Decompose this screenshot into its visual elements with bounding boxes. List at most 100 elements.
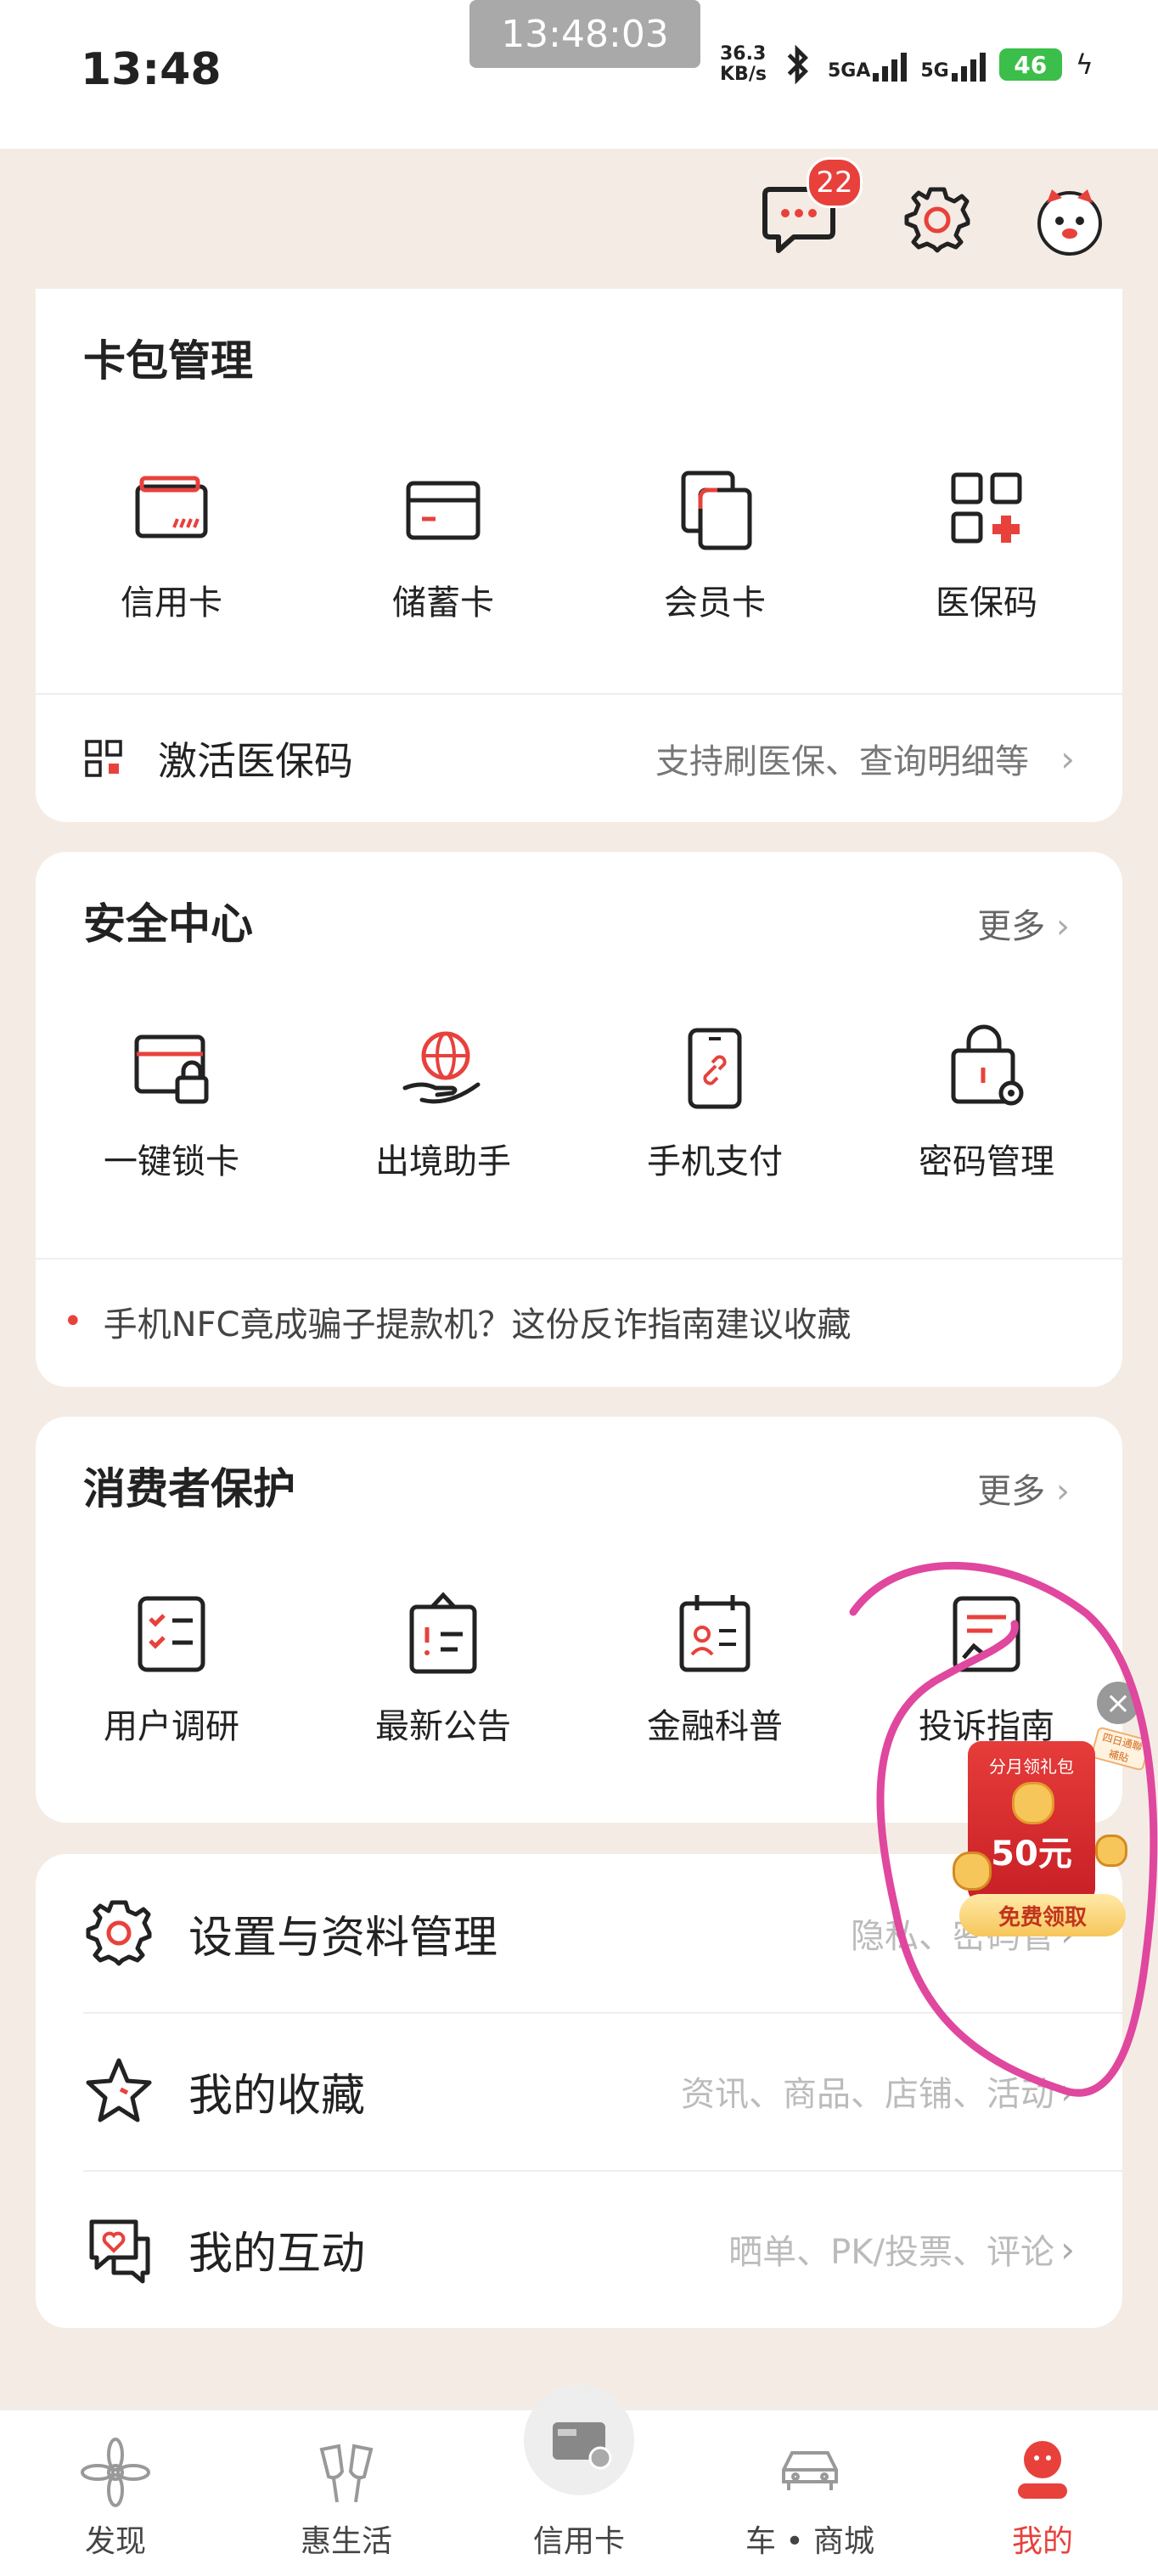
medical-qr-entry[interactable]: 医保码 bbox=[851, 463, 1122, 624]
bullet-dot: • bbox=[63, 1302, 83, 1341]
tab-credit-card[interactable]: 信用卡 bbox=[494, 2385, 664, 2576]
bluetooth-icon bbox=[787, 44, 808, 85]
tab-discover-label: 发现 bbox=[84, 2524, 146, 2559]
survey-checklist-icon bbox=[138, 1596, 205, 1672]
finance-education-entry[interactable]: 金融科普 bbox=[579, 1587, 851, 1748]
credit-card-tab-icon bbox=[553, 2422, 612, 2470]
credit-card-label: 信用卡 bbox=[121, 583, 222, 623]
bottom-tab-bar: 发现 惠生活 信用卡 车 • 商城 我的 bbox=[0, 2385, 1158, 2576]
lock-card-icon bbox=[134, 1034, 209, 1104]
debit-card-entry[interactable]: 储蓄卡 bbox=[307, 463, 579, 624]
net-speed: 36.3 KB/s bbox=[720, 44, 767, 85]
medical-qr-label: 医保码 bbox=[936, 583, 1037, 623]
avatar-icon[interactable] bbox=[1032, 183, 1108, 259]
chevron-right-icon: › bbox=[1060, 2070, 1075, 2112]
tab-life-label: 惠生活 bbox=[300, 2524, 392, 2559]
gear-icon[interactable] bbox=[902, 184, 973, 256]
message-badge: 22 bbox=[807, 157, 863, 208]
tab-profile[interactable]: 我的 bbox=[958, 2410, 1127, 2576]
signal-5ga-label: 5GA bbox=[827, 60, 871, 82]
finance-calendar-icon bbox=[679, 1595, 750, 1672]
coin-right-icon bbox=[1095, 1835, 1127, 1867]
promo-claim-button[interactable]: 免费领取 bbox=[959, 1894, 1126, 1936]
finance-education-label: 金融科普 bbox=[647, 1707, 783, 1746]
credit-card-entry[interactable]: 信用卡 bbox=[36, 463, 307, 624]
chevron-right-icon: › bbox=[1056, 907, 1070, 946]
activate-medical-qr-row[interactable]: 激活医保码 支持刷医保、查询明细等 › bbox=[36, 695, 1122, 822]
security-center-section: 安全中心 更多 › 一键锁卡 出境助手 手机支付 密码管理 • 手机NFC竟成骗… bbox=[36, 852, 1122, 1387]
activate-medical-qr-label: 激活医保码 bbox=[158, 738, 353, 784]
phone-pay-entry[interactable]: 手机支付 bbox=[579, 1022, 851, 1183]
battery-icon: 46 bbox=[998, 48, 1062, 81]
floating-red-envelope-promo[interactable]: × 四日通聯 補貼 分月领礼包 50元 免费领取 bbox=[942, 1682, 1155, 1962]
qr-code-icon bbox=[85, 740, 122, 777]
announcement-icon bbox=[409, 1592, 477, 1674]
interactions-hint: 晒单、PK/投票、评论 bbox=[728, 2233, 1054, 2272]
password-lock-icon bbox=[951, 1024, 1024, 1106]
status-icons: 36.3 KB/s 5GA 5G 46 ϟ bbox=[720, 44, 1093, 85]
car-icon bbox=[782, 2451, 838, 2490]
globe-hand-icon bbox=[402, 1031, 481, 1104]
phone-pay-icon bbox=[688, 1028, 742, 1109]
notice-text: 手机NFC竟成骗子提款机？这份反诈指南建议收藏 bbox=[103, 1305, 852, 1344]
announcement-label: 最新公告 bbox=[375, 1707, 511, 1746]
clock: 13:48 bbox=[81, 44, 222, 95]
coin-icon bbox=[1012, 1782, 1054, 1824]
chat-heart-icon bbox=[89, 2219, 150, 2284]
lock-card-entry[interactable]: 一键锁卡 bbox=[36, 1022, 307, 1183]
lock-card-label: 一键锁卡 bbox=[104, 1142, 239, 1181]
more-label: 更多 bbox=[977, 1472, 1046, 1511]
password-manager-entry[interactable]: 密码管理 bbox=[851, 1022, 1122, 1183]
section-title: 消费者保护 bbox=[83, 1463, 295, 1513]
coin-left-icon bbox=[953, 1852, 992, 1891]
screen-recorder-time: 13:48:03 bbox=[469, 0, 700, 68]
profile-icon bbox=[1018, 2441, 1067, 2499]
user-survey-label: 用户调研 bbox=[104, 1707, 239, 1746]
tab-car-mall-label: 车 • 商城 bbox=[745, 2524, 875, 2559]
chevron-right-icon: › bbox=[1060, 737, 1075, 780]
security-more-link[interactable]: 更多 › bbox=[977, 899, 1070, 948]
password-manager-label: 密码管理 bbox=[919, 1142, 1054, 1181]
membership-card-entry[interactable]: 会员卡 bbox=[579, 463, 851, 624]
discover-icon bbox=[81, 2438, 150, 2507]
settings-label: 设置与资料管理 bbox=[188, 1912, 498, 1964]
promo-tag: 四日通聯 補貼 bbox=[1090, 1726, 1151, 1772]
net-speed-value: 36.3 bbox=[720, 43, 767, 65]
star-icon bbox=[86, 2058, 152, 2122]
net-speed-unit: KB/s bbox=[720, 64, 767, 85]
favorites-hint: 资讯、商品、店铺、活动 bbox=[681, 2075, 1054, 2114]
chevron-right-icon: › bbox=[1056, 1472, 1070, 1511]
signal-5g-label: 5G bbox=[920, 60, 949, 82]
status-bar: 13:48 13:48:03 36.3 KB/s 5GA 5G 46 ϟ bbox=[0, 0, 1158, 149]
medical-qr-icon bbox=[951, 472, 1022, 544]
cheers-icon bbox=[319, 2444, 374, 2503]
travel-assistant-entry[interactable]: 出境助手 bbox=[307, 1022, 579, 1183]
consumer-more-link[interactable]: 更多 › bbox=[977, 1463, 1070, 1513]
debit-card-icon bbox=[406, 481, 481, 540]
credit-card-icon bbox=[135, 476, 208, 538]
activate-medical-qr-hint: 支持刷医保、查询明细等 bbox=[655, 742, 1029, 781]
anti-fraud-notice[interactable]: • 手机NFC竟成骗子提款机？这份反诈指南建议收藏 bbox=[36, 1258, 1122, 1385]
section-title: 安全中心 bbox=[83, 899, 253, 949]
more-label: 更多 bbox=[977, 907, 1046, 946]
tab-credit-card-label: 信用卡 bbox=[532, 2524, 625, 2559]
membership-card-icon bbox=[681, 471, 752, 550]
chevron-right-icon: › bbox=[1060, 2228, 1075, 2270]
card-wallet-section: 卡包管理 信用卡 储蓄卡 会员卡 医保码 激活医保码 支持刷医保、查询明细等 › bbox=[36, 289, 1122, 822]
signal-5g: 5G bbox=[920, 48, 986, 82]
interactions-label: 我的互动 bbox=[188, 2228, 366, 2280]
gear-icon bbox=[86, 1900, 152, 1966]
charging-icon: ϟ bbox=[1075, 48, 1093, 81]
tab-car-mall[interactable]: 车 • 商城 bbox=[725, 2410, 895, 2576]
promo-top-text: 分月领礼包 bbox=[989, 1756, 1074, 1777]
tab-life[interactable]: 惠生活 bbox=[261, 2410, 431, 2576]
tab-profile-label: 我的 bbox=[1011, 2524, 1073, 2559]
user-survey-entry[interactable]: 用户调研 bbox=[36, 1587, 307, 1748]
favorites-row[interactable]: 我的收藏 资讯、商品、店铺、活动 › bbox=[36, 2012, 1122, 2170]
announcement-entry[interactable]: 最新公告 bbox=[307, 1587, 579, 1748]
interactions-row[interactable]: 我的互动 晒单、PK/投票、评论 › bbox=[36, 2170, 1122, 2328]
membership-card-label: 会员卡 bbox=[664, 583, 766, 623]
promo-close-button[interactable]: × bbox=[1097, 1682, 1139, 1724]
tab-discover[interactable]: 发现 bbox=[31, 2410, 200, 2576]
travel-assistant-label: 出境助手 bbox=[375, 1142, 511, 1181]
